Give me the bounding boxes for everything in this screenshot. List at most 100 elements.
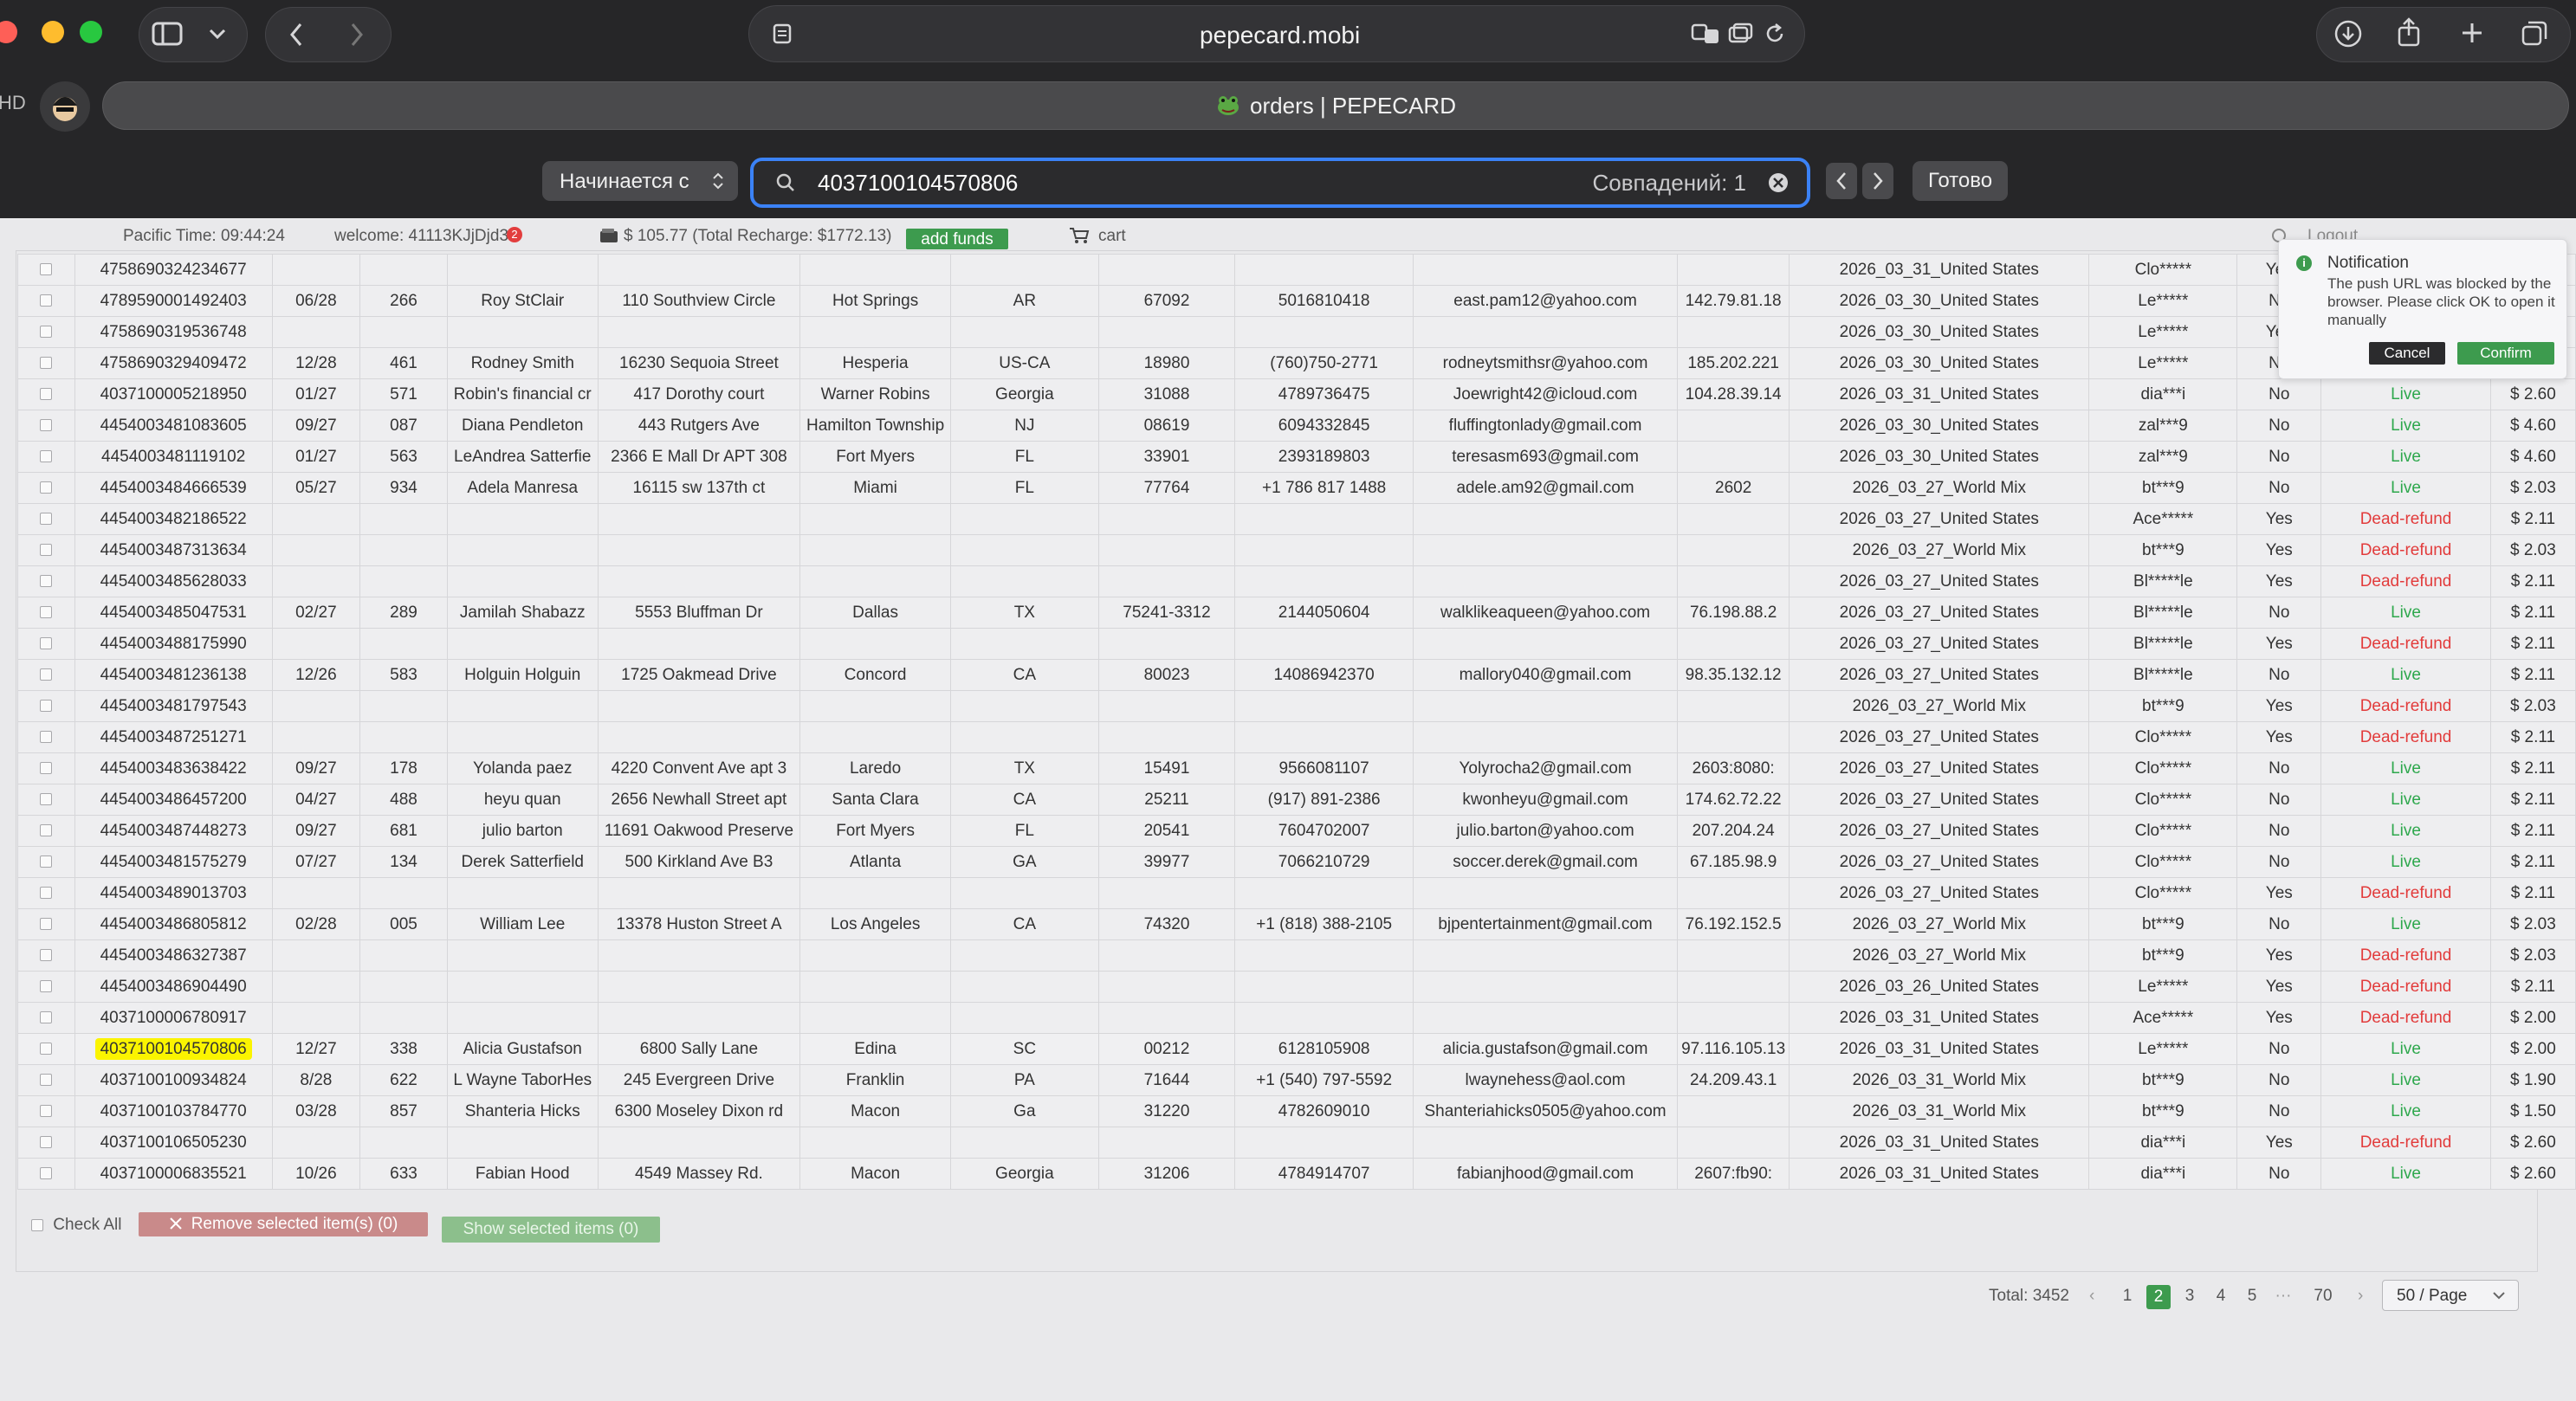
row-checkbox[interactable] <box>40 419 53 432</box>
row-checkbox[interactable] <box>40 606 53 619</box>
download-icon[interactable] <box>2330 16 2366 52</box>
page-4[interactable]: 4 <box>2209 1287 2233 1306</box>
check-all-checkbox[interactable] <box>31 1218 43 1231</box>
row-checkbox[interactable] <box>40 1136 53 1149</box>
active-tab[interactable]: orders | PEPECARD <box>102 81 2569 130</box>
row-checkbox[interactable] <box>40 513 53 526</box>
row-checkbox[interactable] <box>40 481 53 494</box>
clear-icon[interactable] <box>1767 171 1790 194</box>
table-row[interactable]: 4037100106505230 2026_03_31_United States… <box>17 1127 2576 1159</box>
back-icon[interactable] <box>281 19 312 50</box>
table-row[interactable]: 4454003486457200 04/27 488 heyu quan 2656 Ne… <box>17 784 2576 816</box>
cancel-button[interactable]: Cancel <box>2369 342 2445 365</box>
row-checkbox[interactable] <box>40 700 53 713</box>
row-checkbox[interactable] <box>40 544 53 557</box>
page-5[interactable]: 5 <box>2240 1287 2264 1306</box>
row-checkbox[interactable] <box>40 263 53 276</box>
page-size-select[interactable]: 50 / Page <box>2382 1280 2519 1311</box>
prev-page-icon[interactable]: ‹ <box>2089 1287 2094 1306</box>
row-checkbox[interactable] <box>40 824 53 837</box>
table-row[interactable]: 4454003486805812 02/28 005 William Lee 13378… <box>17 908 2576 940</box>
row-checkbox[interactable] <box>40 1167 53 1180</box>
row-checkbox[interactable] <box>40 450 53 463</box>
table-row[interactable]: 4037100100934824 8/28 622 L Wayne TaborHes 2… <box>17 1064 2576 1096</box>
table-row[interactable]: 4037100006835521 10/26 633 Fabian Hood 4549 … <box>17 1158 2576 1190</box>
find-done-button[interactable]: Готово <box>1913 161 2008 201</box>
check-all[interactable]: Check All <box>31 1216 121 1235</box>
page-menu-icon[interactable] <box>767 18 798 49</box>
find-previous-button[interactable] <box>1826 163 1857 199</box>
row-checkbox[interactable] <box>40 357 53 370</box>
translate-icon[interactable] <box>1690 20 1721 48</box>
forward-icon[interactable] <box>341 19 372 50</box>
row-checkbox[interactable] <box>40 637 53 650</box>
table-row[interactable]: 4037100005218950 01/27 571 Robin's financia… <box>17 378 2576 410</box>
row-checkbox[interactable] <box>40 1011 53 1024</box>
row-checkbox[interactable] <box>40 918 53 931</box>
table-row[interactable]: 4454003485628033 2026_03_27_United States… <box>17 565 2576 597</box>
row-checkbox[interactable] <box>40 949 53 962</box>
find-input[interactable]: 4037100104570806 Совпадений: 1 <box>750 158 1810 208</box>
table-row[interactable]: 4758690324234677 2026_03_31_United States… <box>17 254 2576 286</box>
page-ellipsis[interactable]: ··· <box>2271 1287 2295 1306</box>
table-row[interactable]: 4454003481797543 2026_03_27_World Mix bt**… <box>17 690 2576 722</box>
row-checkbox[interactable] <box>40 575 53 588</box>
table-row[interactable]: 4454003481119102 01/27 563 LeAndrea Satterf… <box>17 441 2576 473</box>
table-row[interactable]: 4454003487251271 2026_03_27_United States… <box>17 721 2576 753</box>
row-checkbox[interactable] <box>40 668 53 681</box>
row-checkbox[interactable] <box>40 326 53 339</box>
find-next-button[interactable] <box>1862 163 1893 199</box>
find-mode-select[interactable]: Начинается с <box>542 161 738 201</box>
add-funds-button[interactable]: add funds <box>906 229 1008 249</box>
row-checkbox[interactable] <box>40 887 53 900</box>
zoom-window-button[interactable] <box>80 21 102 43</box>
tab-overview-icon[interactable] <box>2517 16 2552 50</box>
table-row[interactable]: 4037100103784770 03/28 857 Shanteria Hicks 6… <box>17 1095 2576 1127</box>
table-row[interactable]: 4454003489013703 2026_03_27_United States… <box>17 877 2576 909</box>
table-row[interactable]: 4037100104570806 12/27 338 Alicia Gustafson… <box>17 1033 2576 1065</box>
cart-link[interactable]: cart <box>1069 227 1126 246</box>
row-checkbox[interactable] <box>40 388 53 401</box>
row-checkbox[interactable] <box>40 1105 53 1118</box>
page-1[interactable]: 1 <box>2115 1287 2139 1306</box>
row-checkbox[interactable] <box>40 1043 53 1056</box>
avatar[interactable] <box>40 81 90 132</box>
confirm-button[interactable]: Confirm <box>2457 342 2554 365</box>
table-row[interactable]: 4789590001492403 06/28 266 Roy StClair 110 S… <box>17 285 2576 317</box>
row-checkbox[interactable] <box>40 762 53 775</box>
page-2[interactable]: 2 <box>2146 1285 2171 1309</box>
new-tab-icon[interactable] <box>2455 16 2489 50</box>
table-row[interactable]: 4454003485047531 02/27 289 Jamilah Shabazz 5… <box>17 597 2576 629</box>
table-row[interactable]: 4454003481575279 07/27 134 Derek Satterfiel… <box>17 846 2576 878</box>
table-row[interactable]: 4454003486904490 2026_03_26_United States… <box>17 971 2576 1003</box>
table-row[interactable]: 4454003487448273 09/27 681 julio barton 1169… <box>17 815 2576 847</box>
chevron-down-icon[interactable] <box>204 21 230 47</box>
remove-selected-button[interactable]: Remove selected item(s) (0) <box>139 1212 428 1236</box>
table-row[interactable]: 4758690319536748 2026_03_30_United States… <box>17 316 2576 348</box>
next-page-icon[interactable]: › <box>2358 1287 2363 1306</box>
row-checkbox[interactable] <box>40 1074 53 1087</box>
show-selected-button[interactable]: Show selected items (0) <box>442 1217 660 1243</box>
close-window-button[interactable] <box>0 21 17 43</box>
table-row[interactable]: 4037100006780917 2026_03_31_United States… <box>17 1002 2576 1034</box>
table-row[interactable]: 4454003483638422 09/27 178 Yolanda paez 4220… <box>17 752 2576 784</box>
table-row[interactable]: 4454003481236138 12/26 583 Holguin Holguin 1… <box>17 659 2576 691</box>
page-70[interactable]: 70 <box>2311 1287 2335 1306</box>
table-row[interactable]: 4454003481083605 09/27 087 Diana Pendleton 4… <box>17 410 2576 442</box>
row-checkbox[interactable] <box>40 855 53 868</box>
share-icon[interactable] <box>2391 14 2427 50</box>
row-checkbox[interactable] <box>40 294 53 307</box>
table-row[interactable]: 4454003484666539 05/27 934 Adela Manresa 161… <box>17 472 2576 504</box>
table-row[interactable]: 4454003488175990 2026_03_27_United States… <box>17 628 2576 660</box>
table-row[interactable]: 4454003487313634 2026_03_27_World Mix bt**… <box>17 534 2576 566</box>
sidebar-icon[interactable] <box>149 17 185 50</box>
row-checkbox[interactable] <box>40 793 53 806</box>
address-bar[interactable]: pepecard.mobi <box>748 5 1805 62</box>
page-3[interactable]: 3 <box>2178 1287 2202 1306</box>
table-row[interactable]: 4454003486327387 2026_03_27_World Mix bt**… <box>17 939 2576 972</box>
row-checkbox[interactable] <box>40 980 53 993</box>
reload-icon[interactable] <box>1759 20 1790 48</box>
minimize-window-button[interactable] <box>42 21 64 43</box>
reader-icon[interactable] <box>1725 20 1756 48</box>
table-row[interactable]: 4454003482186522 2026_03_27_United States… <box>17 503 2576 535</box>
